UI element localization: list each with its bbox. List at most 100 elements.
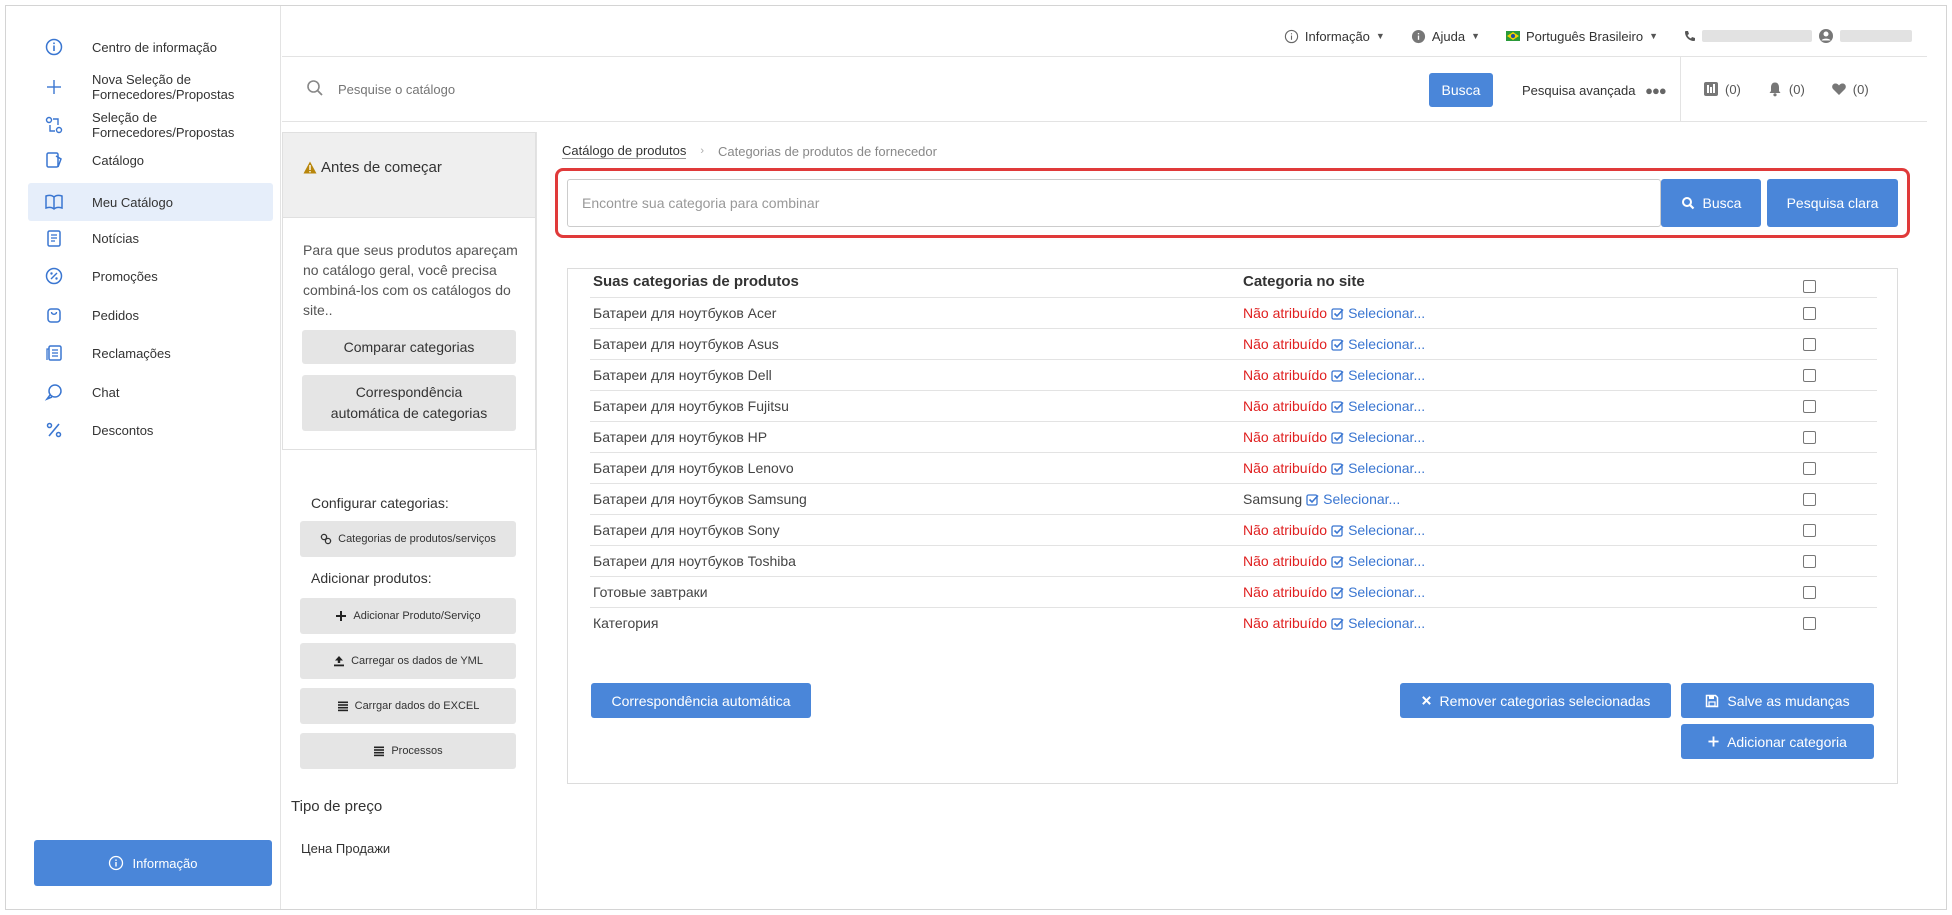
phone-icon	[1685, 31, 1695, 41]
select-category-link[interactable]: Selecionar...	[1348, 584, 1425, 600]
price-type-value[interactable]: Цена Продажи	[301, 841, 390, 856]
upload-icon	[334, 656, 345, 667]
advanced-search-link[interactable]: Pesquisa avançada ●●●	[1522, 83, 1667, 98]
configure-categories-label: Configurar categorias:	[311, 495, 449, 511]
plus-icon	[1708, 736, 1719, 747]
more-dots-icon: ●●●	[1645, 83, 1667, 98]
list-icon	[374, 746, 385, 757]
add-category-button[interactable]: Adicionar categoria	[1681, 724, 1874, 759]
row-checkbox[interactable]	[1803, 369, 1816, 382]
row-checkbox[interactable]	[1803, 400, 1816, 413]
select-category-link[interactable]: Selecionar...	[1348, 398, 1425, 414]
edit-check-icon	[1331, 586, 1344, 599]
auto-match-categories-button[interactable]: Correspondência automática de categorias	[302, 375, 516, 431]
row-checkbox[interactable]	[1803, 555, 1816, 568]
favorites-counter[interactable]: (0)	[1831, 81, 1869, 97]
clear-search-button[interactable]: Pesquisa clara	[1767, 179, 1898, 227]
blurred-phone	[1702, 30, 1812, 42]
row-checkbox[interactable]	[1803, 493, 1816, 506]
processes-button[interactable]: Processos	[300, 733, 516, 769]
advanced-search-label: Pesquisa avançada	[1522, 83, 1636, 98]
bag-icon	[42, 303, 66, 327]
remove-selected-button[interactable]: Remover categorias selecionadas	[1400, 683, 1671, 718]
add-products-label: Adicionar produtos:	[311, 570, 432, 586]
user-contact[interactable]	[1684, 28, 1912, 44]
plus-icon	[336, 611, 347, 621]
help-menu[interactable]: Ajuda ▼	[1411, 29, 1480, 44]
notifications-counter[interactable]: (0)	[1767, 81, 1805, 97]
select-category-link[interactable]: Selecionar...	[1348, 336, 1425, 352]
auto-match-button[interactable]: Correspondência automática	[591, 683, 811, 718]
table-row: Батареи для ноутбуков Acer Não atribuído S…	[590, 297, 1877, 328]
load-excel-button[interactable]: Carrgar dados do EXCEL	[300, 688, 516, 724]
sidebar-item-meu-catálogo[interactable]: Meu Catálogo	[28, 183, 273, 221]
topbar: Informação ▼ Ajuda ▼ Português Brasileir…	[282, 24, 1922, 56]
save-changes-label: Salve as mudanças	[1727, 692, 1850, 709]
category-search-button[interactable]: Busca	[1661, 179, 1761, 227]
load-yml-button[interactable]: Carregar os dados de YML	[300, 643, 516, 679]
row-checkbox[interactable]	[1803, 617, 1816, 630]
sidebar-item-label: Catálogo	[92, 152, 145, 168]
select-category-link[interactable]: Selecionar...	[1348, 460, 1425, 476]
sidebar-item-chat[interactable]: Chat	[28, 372, 273, 412]
sidebar-item-promoções[interactable]: Promoções	[28, 256, 273, 296]
catalog-search-button[interactable]: Busca	[1429, 73, 1493, 107]
site-category-cell: Samsung Selecionar...	[1243, 491, 1400, 507]
site-category-cell: Não atribuído Selecionar...	[1243, 584, 1425, 600]
list-icon	[337, 701, 348, 712]
select-category-link[interactable]: Selecionar...	[1348, 367, 1425, 383]
select-category-link[interactable]: Selecionar...	[1323, 491, 1400, 507]
table-row: Батареи для ноутбуков Toshiba Não atribuí…	[590, 545, 1877, 576]
info-circle-icon	[1284, 29, 1299, 43]
row-checkbox[interactable]	[1803, 307, 1816, 320]
table-row: Батареи для ноутбуков HP Não atribuído Sel…	[590, 421, 1877, 452]
chat-icon	[42, 380, 66, 404]
catalog-search-bar: Busca Pesquisa avançada ●●● (0) (0) (0)	[282, 56, 1927, 122]
load-yml-label: Carregar os dados de YML	[351, 655, 483, 667]
row-checkbox[interactable]	[1803, 431, 1816, 444]
language-label: Português Brasileiro	[1526, 28, 1644, 44]
compare-counter[interactable]: (0)	[1703, 81, 1741, 97]
select-all-checkbox[interactable]	[1803, 280, 1816, 293]
catalog-search-input[interactable]	[338, 77, 1138, 101]
row-checkbox[interactable]	[1803, 462, 1816, 475]
assignment-status: Não atribuído	[1243, 305, 1328, 321]
info-filled-icon	[1411, 29, 1425, 43]
category-name: Категория	[593, 615, 659, 631]
product-categories-button[interactable]: Categorias de produtos/serviços	[300, 521, 516, 557]
category-name: Батареи для ноутбуков Asus	[593, 336, 779, 352]
select-category-link[interactable]: Selecionar...	[1348, 615, 1425, 631]
before-start-title: Antes de começar	[303, 159, 442, 176]
chevron-right-icon: ›	[700, 145, 704, 157]
row-checkbox[interactable]	[1803, 338, 1816, 351]
assignment-status: Não atribuído	[1243, 584, 1328, 600]
save-changes-button[interactable]: Salve as mudanças	[1681, 683, 1874, 718]
product-categories-label: Categorias de produtos/serviços	[338, 533, 496, 545]
table-row: Батареи для ноутбуков Fujitsu Não atribuí…	[590, 390, 1877, 421]
site-category-cell: Não atribuído Selecionar...	[1243, 522, 1425, 538]
breadcrumb-catalog-link[interactable]: Catálogo de produtos	[562, 143, 687, 159]
category-search-input[interactable]: Encontre sua categoria para combinar	[567, 179, 1661, 227]
sidebar-item-label: Nova Seleção de Fornecedores/Propostas	[92, 72, 235, 102]
percent-icon	[42, 418, 66, 442]
add-product-button[interactable]: Adicionar Produto/Serviço	[300, 598, 516, 634]
row-checkbox[interactable]	[1803, 524, 1816, 537]
price-type-label: Tipo de preço	[291, 798, 383, 815]
select-category-link[interactable]: Selecionar...	[1348, 305, 1425, 321]
select-category-link[interactable]: Selecionar...	[1348, 522, 1425, 538]
select-category-link[interactable]: Selecionar...	[1348, 429, 1425, 445]
compare-categories-button[interactable]: Comparar categorias	[302, 330, 516, 364]
sidebar-item-notícias[interactable]: Notícias	[28, 218, 273, 258]
help-menu-label: Ajuda	[1431, 28, 1466, 44]
category-name: Батареи для ноутбуков Samsung	[593, 491, 807, 507]
assignment-status: Não atribuído	[1243, 460, 1328, 476]
sidebar-item-reclamações[interactable]: Reclamações	[28, 333, 273, 373]
select-category-link[interactable]: Selecionar...	[1348, 553, 1425, 569]
info-button[interactable]: Informação	[34, 840, 272, 886]
row-checkbox[interactable]	[1803, 586, 1816, 599]
info-menu[interactable]: Informação ▼	[1284, 29, 1385, 44]
sidebar-item-pedidos[interactable]: Pedidos	[28, 295, 273, 335]
language-menu[interactable]: Português Brasileiro ▼	[1506, 29, 1658, 44]
sidebar-item-catálogo[interactable]: Catálogo	[28, 140, 273, 180]
sidebar-item-descontos[interactable]: Descontos	[28, 410, 273, 450]
